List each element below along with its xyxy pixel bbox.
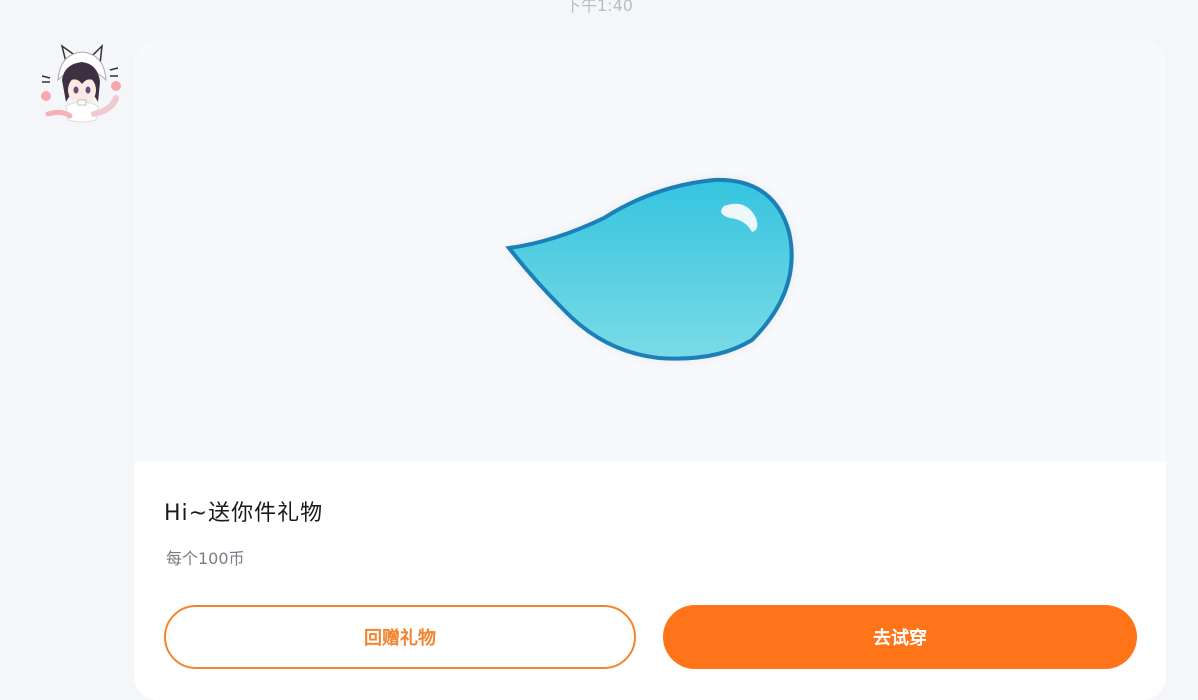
sender-avatar[interactable] <box>36 40 122 126</box>
gift-price: 每个100币 <box>166 549 245 568</box>
anime-cat-girl-avatar-icon <box>41 43 121 123</box>
return-gift-button[interactable]: 回赠礼物 <box>164 605 636 669</box>
try-on-button[interactable]: 去试穿 <box>663 605 1137 669</box>
gift-message-card[interactable]: Hi~送你件礼物 每个100币 回赠礼物 去试穿 <box>134 40 1166 700</box>
water-drop-icon <box>505 177 794 361</box>
gift-title: Hi~送你件礼物 <box>164 501 324 526</box>
gift-preview-area <box>134 40 1166 462</box>
message-timestamp: 下午1:40 <box>565 0 633 15</box>
